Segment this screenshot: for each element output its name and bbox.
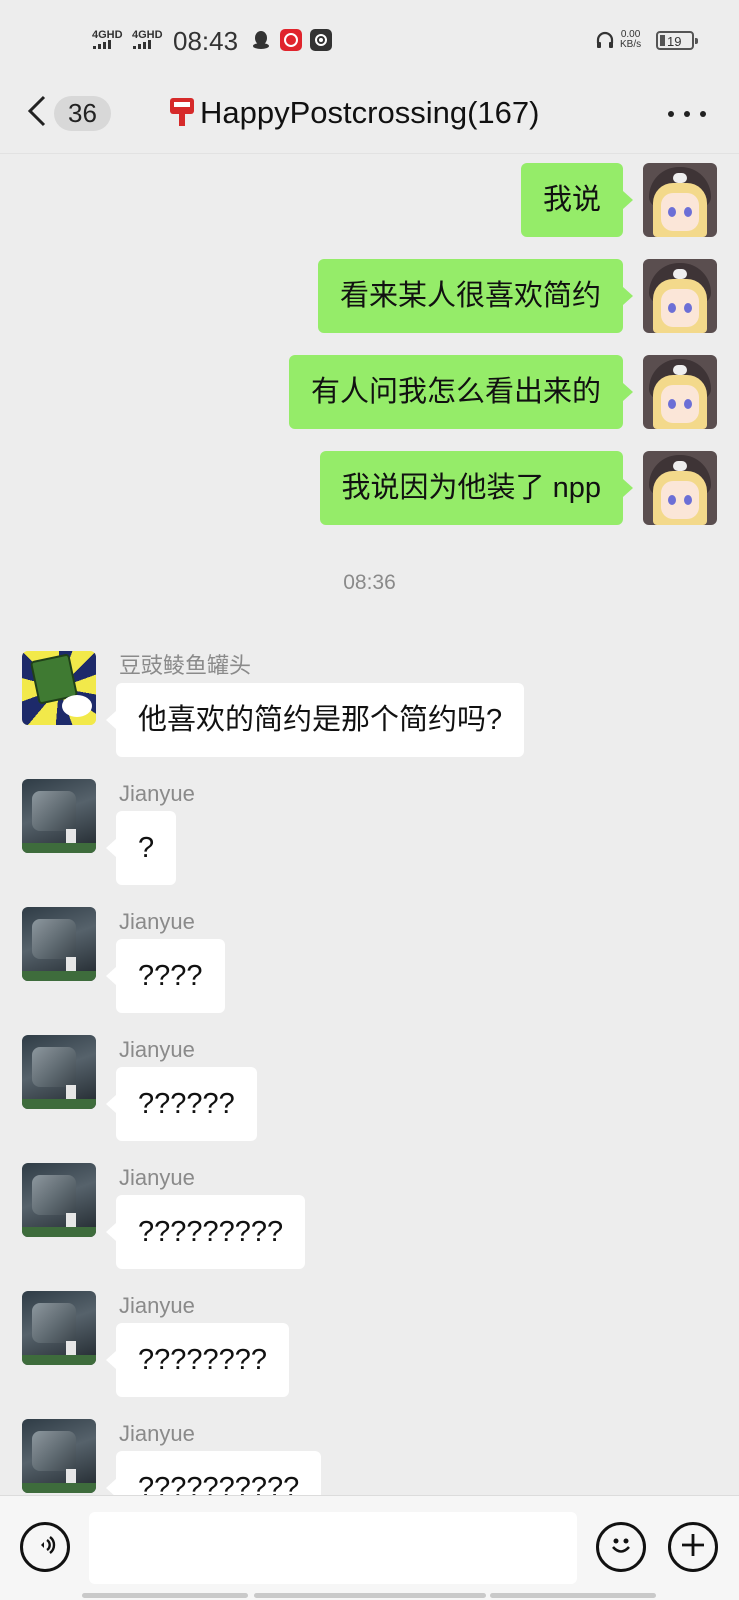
chat-message-list[interactable]: 我说 看来某人很喜欢简约 有人问我怎么看出来的 我说因为他装了 npp 08:3… — [0, 155, 739, 1495]
plus-icon — [679, 1531, 707, 1564]
more-options-button[interactable] — [662, 94, 712, 134]
voice-input-button[interactable] — [20, 1522, 70, 1572]
message-row-incoming: Jianyue ? — [22, 779, 195, 885]
gesture-bar-left — [82, 1593, 248, 1598]
emoji-button[interactable] — [596, 1522, 646, 1572]
message-bubble-outgoing[interactable]: 我说 — [520, 163, 634, 237]
my-avatar[interactable] — [643, 163, 717, 237]
message-row-incoming: Jianyue ???? — [22, 907, 225, 1013]
more-dot-icon — [668, 111, 674, 117]
speed-unit: KB/s — [620, 39, 642, 50]
camera-app-icon — [310, 29, 332, 51]
battery-cap — [695, 38, 698, 44]
sender-avatar[interactable] — [22, 1163, 96, 1237]
sender-avatar[interactable] — [22, 907, 96, 981]
voice-icon — [32, 1532, 58, 1563]
battery-level — [660, 35, 665, 46]
message-row-incoming: Jianyue ????????? — [22, 1163, 306, 1269]
message-timestamp: 08:36 — [343, 571, 396, 594]
qq-icon — [250, 29, 272, 51]
status-bar: 4GHD 4GHD 08:43 0.00 KB/s 19 — [0, 0, 739, 82]
postbox-icon — [168, 94, 196, 133]
message-bubble-incoming[interactable]: ?????? — [106, 1067, 257, 1141]
message-row-incoming: Jianyue ?????? — [22, 1035, 257, 1141]
message-bubble-incoming[interactable]: ???????? — [105, 1323, 290, 1397]
gesture-bar-right — [490, 1593, 656, 1598]
message-bubble-outgoing[interactable]: 看来某人很喜欢简约 — [317, 259, 634, 333]
input-bar — [0, 1495, 739, 1600]
message-bubble-incoming[interactable]: 他喜欢的简约是那个简约吗? — [105, 683, 525, 757]
network-indicator-1: 4GHD — [92, 30, 123, 51]
message-bubble-incoming[interactable]: ? — [105, 811, 177, 885]
message-row-incoming: Jianyue ?????????? — [22, 1419, 322, 1495]
message-row-outgoing: 有人问我怎么看出来的 — [288, 355, 717, 429]
sender-avatar[interactable] — [22, 1035, 96, 1109]
battery-percent: 19 — [667, 34, 682, 49]
message-bubble-outgoing[interactable]: 我说因为他装了 npp — [319, 451, 634, 525]
chat-title: HappyPostcrossing(167) — [200, 95, 540, 130]
my-avatar[interactable] — [643, 259, 717, 333]
sender-name: Jianyue — [119, 1165, 195, 1190]
message-row-incoming: 豆豉鲮鱼罐头 他喜欢的简约是那个简约吗? — [22, 651, 525, 757]
sender-name: Jianyue — [119, 909, 195, 934]
headphones-icon — [594, 29, 616, 51]
network-indicator-2: 4GHD — [132, 30, 163, 51]
sender-name: Jianyue — [119, 1293, 195, 1318]
my-avatar[interactable] — [643, 451, 717, 525]
battery-indicator: 19 — [656, 31, 698, 50]
message-row-outgoing: 我说因为他装了 npp — [319, 451, 717, 525]
sender-avatar[interactable] — [22, 1291, 96, 1365]
sender-avatar[interactable] — [22, 779, 96, 853]
red-app-icon — [280, 29, 302, 51]
more-functions-button[interactable] — [668, 1522, 718, 1572]
sender-avatar[interactable] — [22, 1419, 96, 1493]
my-avatar[interactable] — [643, 355, 717, 429]
gesture-bar-center — [254, 1593, 486, 1598]
smiley-icon — [606, 1530, 636, 1565]
chevron-left-icon — [26, 94, 48, 133]
message-row-outgoing: 看来某人很喜欢简约 — [317, 259, 717, 333]
unread-count-badge: 36 — [54, 95, 111, 131]
chat-header: 36 HappyPostcrossing(167) — [0, 82, 739, 154]
message-bubble-incoming[interactable]: ???? — [106, 939, 225, 1013]
sender-name: Jianyue — [119, 1421, 195, 1446]
chat-title-area[interactable]: HappyPostcrossing(167) — [168, 90, 539, 136]
sender-name: Jianyue — [119, 781, 195, 806]
sender-avatar[interactable] — [22, 651, 96, 725]
network-speed: 0.00 KB/s — [620, 30, 641, 50]
status-time: 08:43 — [173, 26, 239, 56]
message-bubble-incoming[interactable]: ?????????? — [105, 1451, 322, 1495]
more-dot-icon — [684, 111, 690, 117]
message-row-outgoing: 我说 — [520, 163, 717, 237]
back-button[interactable]: 36 — [26, 88, 116, 138]
more-dot-icon — [700, 111, 706, 117]
sender-name: Jianyue — [119, 1037, 195, 1062]
message-bubble-incoming[interactable]: ????????? — [105, 1195, 306, 1269]
sender-name: 豆豉鲮鱼罐头 — [119, 653, 252, 678]
message-input[interactable] — [89, 1512, 577, 1584]
message-row-incoming: Jianyue ???????? — [22, 1291, 290, 1397]
message-bubble-outgoing[interactable]: 有人问我怎么看出来的 — [288, 355, 634, 429]
